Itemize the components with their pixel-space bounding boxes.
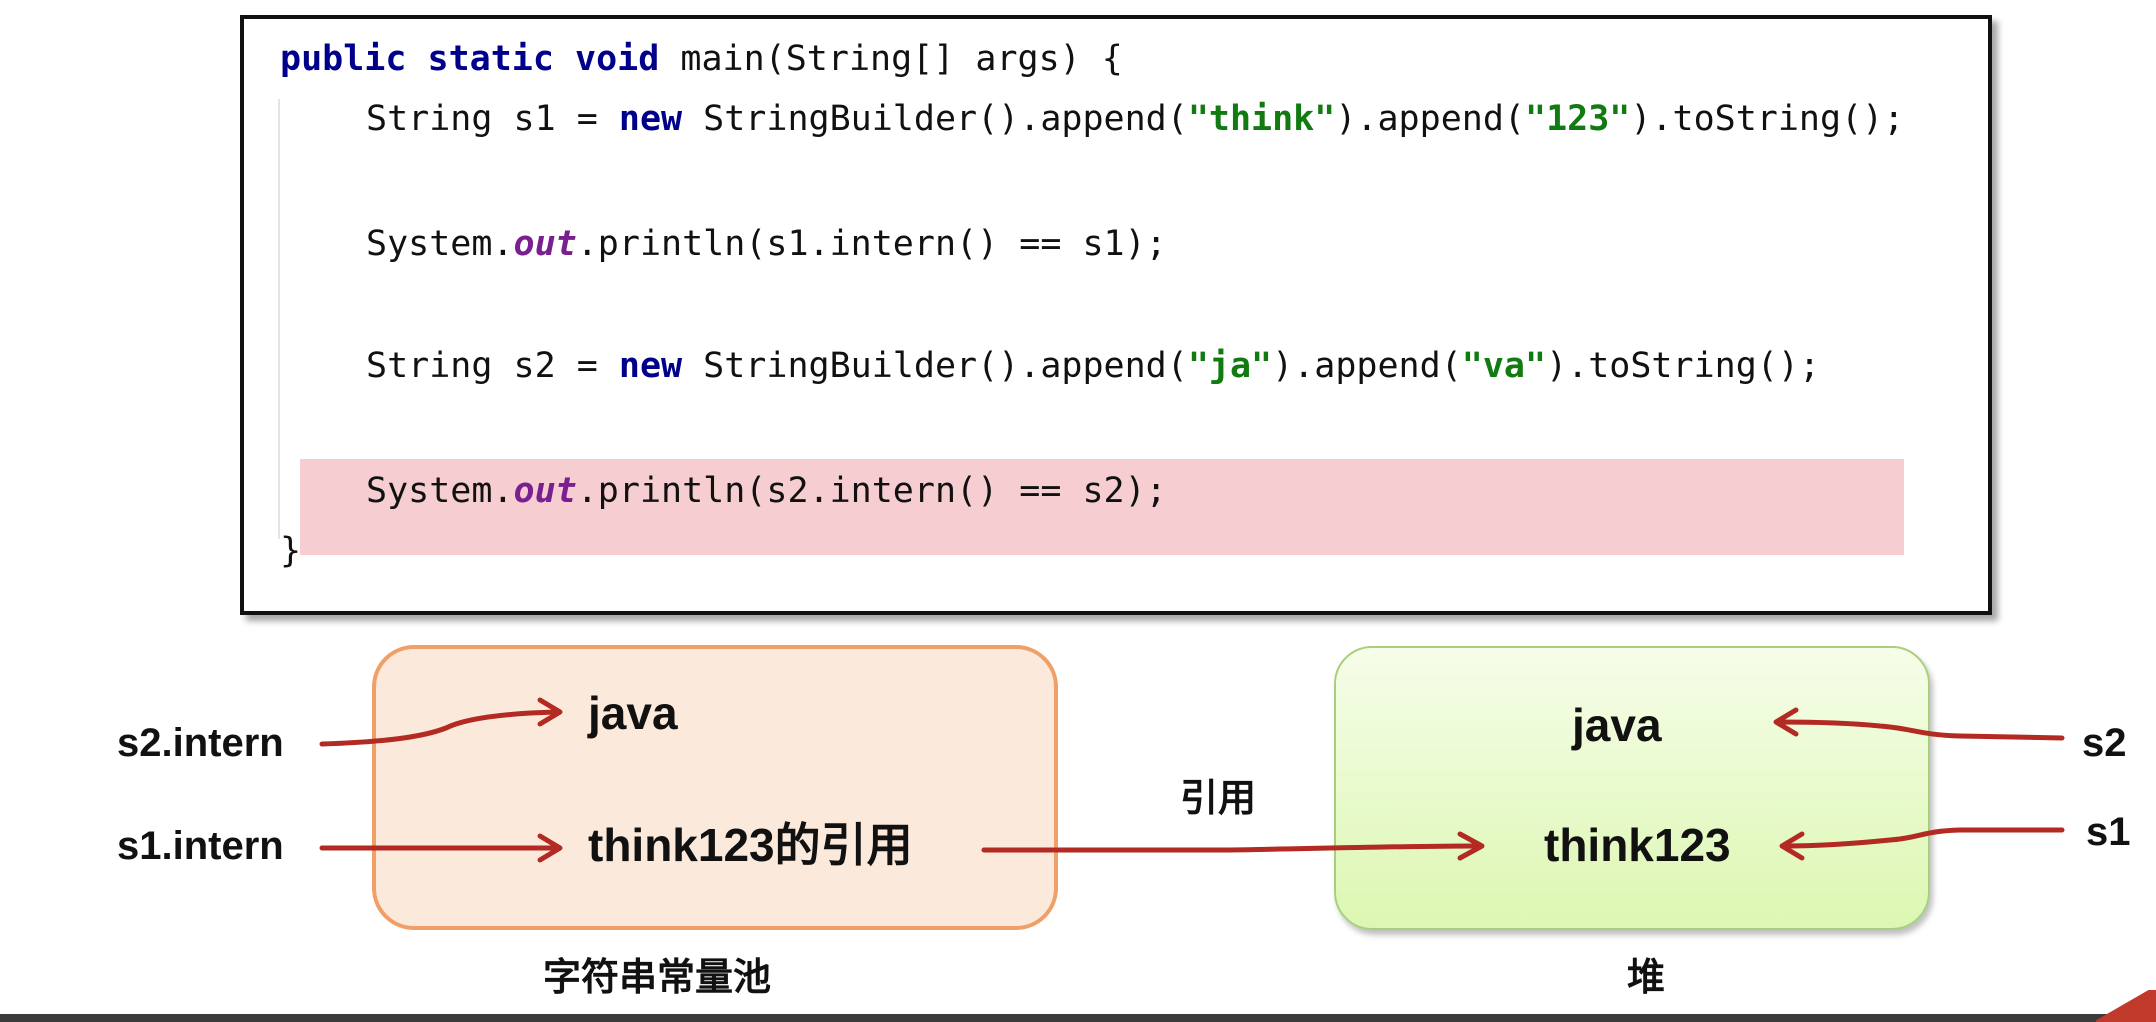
arrow-pool-to-heap-think123 — [981, 843, 1481, 853]
bottom-bar — [0, 1014, 2156, 1022]
arrow-s2-to-heap-java — [1777, 719, 2065, 741]
arrows-layer — [319, 697, 2065, 863]
arrow-s1-to-heap-think123 — [1783, 827, 2065, 849]
slide: public static void main(String[] args) {… — [0, 0, 2156, 1022]
arrow-s2-intern-to-pool-java — [319, 709, 559, 747]
corner-accent — [2096, 990, 2156, 1022]
